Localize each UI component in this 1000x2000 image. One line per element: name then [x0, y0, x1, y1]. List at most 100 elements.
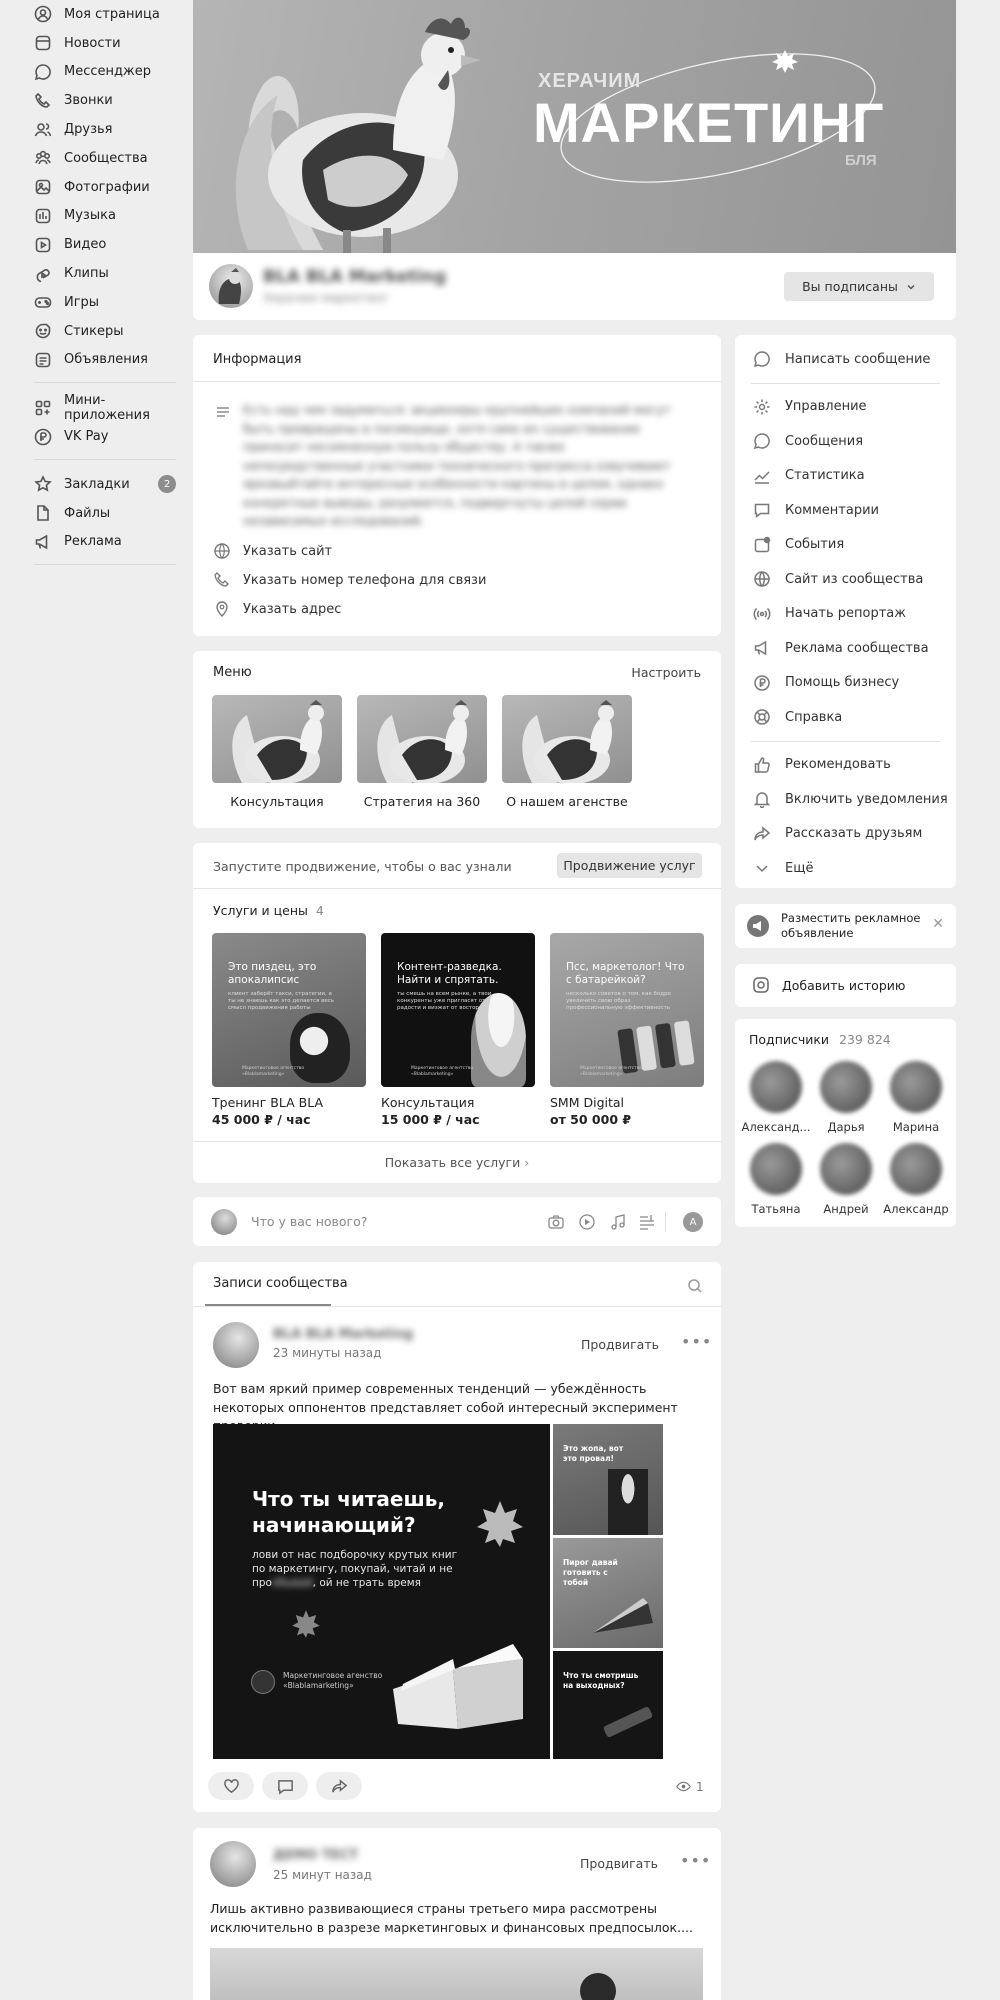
info-phone-row[interactable]: Указать номер телефона для связи [213, 571, 486, 589]
subscriber-name: Андрей [823, 1202, 869, 1216]
menu-item-image [357, 695, 487, 783]
sidebar-item-vkpay[interactable]: VK Pay [34, 422, 176, 451]
post-author-avatar[interactable] [210, 1841, 256, 1887]
subscriber-item[interactable]: Татьяна [741, 1143, 811, 1225]
sidebar-item-phone[interactable]: Звонки [34, 86, 176, 115]
article-icon[interactable] [638, 1213, 656, 1231]
sidebar-item-friends[interactable]: Друзья [34, 115, 176, 144]
action-item[interactable]: Рекомендовать [735, 748, 956, 783]
subscriber-item[interactable]: Дарья [811, 1061, 881, 1143]
promo-button[interactable]: Продвижение услуг [557, 853, 702, 878]
post-author-name[interactable]: BLA BLA Marketing [273, 1327, 413, 1342]
manage-item[interactable]: Начать репортаж [735, 597, 956, 632]
post-time[interactable]: 23 минуты назад [273, 1346, 381, 1360]
sidebar-item-chat[interactable]: Мессенджер [34, 58, 176, 87]
post-time[interactable]: 25 минут назад [273, 1868, 372, 1882]
sidebar-item-label: Мини-приложения [64, 392, 150, 423]
subscriber-item[interactable]: Александ... [741, 1061, 811, 1143]
community-avatar[interactable] [209, 264, 253, 308]
author-select-avatar[interactable]: A [683, 1212, 703, 1232]
composer-input[interactable]: Что у вас нового? [251, 1214, 367, 1229]
action-item[interactable]: Включить уведомления [735, 782, 956, 817]
manage-item[interactable]: Статистика [735, 459, 956, 494]
sidebar-item-apps[interactable]: Мини-приложения [34, 392, 176, 423]
comment-button[interactable] [262, 1772, 308, 1800]
write-message-button[interactable]: Написать сообщение [735, 342, 956, 377]
music-note-icon[interactable] [609, 1213, 627, 1231]
sidebar-item-sticker[interactable]: Стикеры [34, 317, 176, 346]
menu-configure-link[interactable]: Настроить [631, 665, 701, 680]
subscriber-avatar [820, 1061, 872, 1113]
action-item[interactable]: Ещё [735, 851, 956, 886]
post-author-name[interactable]: ДЕМО ТЕСТ [273, 1848, 358, 1863]
tab-community-posts[interactable]: Записи сообщества [213, 1276, 348, 1291]
menu-item[interactable]: О нашем агенстве [502, 695, 632, 809]
video-icon[interactable] [578, 1213, 596, 1231]
post-more-icon[interactable]: ••• [681, 1332, 712, 1351]
search-icon[interactable] [687, 1278, 703, 1294]
side-image-3-title: Что ты смотришь на выходных? [563, 1671, 639, 1690]
subscriber-item[interactable]: Александр [881, 1143, 951, 1225]
sidebar-item-file[interactable]: Файлы [34, 499, 176, 528]
post-promote-button[interactable]: Продвигать [581, 1337, 659, 1352]
text-lines-icon [217, 407, 229, 417]
post-author-avatar[interactable] [213, 1322, 259, 1368]
post-side-image-3[interactable]: Что ты смотришь на выходных? [553, 1651, 663, 1759]
close-icon[interactable]: ✕ [932, 916, 944, 932]
manage-item[interactable]: Справка [735, 700, 956, 735]
sidebar-item-photo[interactable]: Фотографии [34, 173, 176, 202]
info-site-row[interactable]: Указать сайт [213, 542, 332, 560]
service-item[interactable]: Это пиздец, это апокалипсис клиент заберё… [212, 933, 366, 1127]
share-button[interactable] [316, 1772, 362, 1800]
sidebar-item-music[interactable]: Музыка [34, 202, 176, 231]
manage-item[interactable]: Реклама сообщества [735, 631, 956, 666]
subscriber-item[interactable]: Андрей [811, 1143, 881, 1225]
sidebar-item-label: Видео [64, 237, 107, 253]
service-item[interactable]: Контент-разведка. Найти и спрятать. ты см… [381, 933, 535, 1127]
manage-item[interactable]: Комментарии [735, 493, 956, 528]
add-story-card[interactable]: Добавить историю [735, 964, 956, 1007]
action-label: Комментарии [785, 502, 879, 518]
sidebar-item-video[interactable]: Видео [34, 230, 176, 259]
show-all-services-link[interactable]: Показать все услуги › [193, 1155, 721, 1170]
services-card: Запустите продвижение, чтобы о вас узнал… [193, 843, 721, 1183]
sidebar-item-communities[interactable]: Сообщества [34, 144, 176, 173]
camera-icon[interactable] [547, 1213, 565, 1231]
manage-item[interactable]: Помощь бизнесу [735, 666, 956, 701]
post-image[interactable] [210, 1948, 703, 2000]
sidebar-item-megaphone[interactable]: Реклама [34, 528, 176, 557]
subscribers-title[interactable]: Подписчики [749, 1032, 829, 1047]
action-label: Статистика [785, 468, 865, 484]
sidebar-item-user-circle[interactable]: Моя страница [34, 0, 176, 29]
info-site-label: Указать сайт [243, 543, 333, 559]
manage-item[interactable]: Сайт из сообщества [735, 562, 956, 597]
info-address-row[interactable]: Указать адрес [213, 600, 341, 618]
sidebar-item-gamepad[interactable]: Игры [34, 288, 176, 317]
ad-banner-text[interactable]: Разместить рекламное объявление [781, 911, 921, 941]
sidebar-item-star[interactable]: Закладки 2 [34, 470, 176, 499]
subscribers-count: 239 824 [839, 1032, 891, 1047]
subscribed-button[interactable]: Вы подписаны [784, 272, 934, 301]
post-side-image-2[interactable]: Пирог давай готовить с тобой [553, 1538, 663, 1648]
like-button[interactable] [208, 1772, 254, 1800]
subscriber-item[interactable]: Марина [881, 1061, 951, 1143]
menu-item[interactable]: Консультация [212, 695, 342, 809]
service-price: 45 000 ₽ / час [212, 1112, 311, 1127]
sidebar-item-label: Друзья [64, 122, 113, 138]
manage-item[interactable]: Сообщения [735, 424, 956, 459]
service-item[interactable]: Псс, маркетолог! Что с батарейкой? нескол… [550, 933, 704, 1127]
info-phone-label: Указать номер телефона для связи [243, 572, 487, 588]
sidebar-item-clips[interactable]: Клипы [34, 259, 176, 288]
action-label: Помощь бизнесу [785, 675, 900, 691]
post-main-image[interactable]: Что ты читаешь, начинающий? лови от нас … [213, 1424, 550, 1759]
post-side-image-1[interactable]: Это жопа, вот это провал! [553, 1424, 663, 1535]
manage-item[interactable]: Управление [735, 390, 956, 425]
sidebar-item-news[interactable]: Новости [34, 29, 176, 58]
action-label: Сообщения [785, 433, 864, 449]
menu-item[interactable]: Стратегия на 360 [357, 695, 487, 809]
action-item[interactable]: Рассказать друзьям [735, 817, 956, 852]
sidebar-item-ads[interactable]: Объявления [34, 346, 176, 375]
post-more-icon[interactable]: ••• [680, 1851, 711, 1870]
manage-item[interactable]: События [735, 528, 956, 563]
post-promote-button[interactable]: Продвигать [580, 1856, 658, 1871]
